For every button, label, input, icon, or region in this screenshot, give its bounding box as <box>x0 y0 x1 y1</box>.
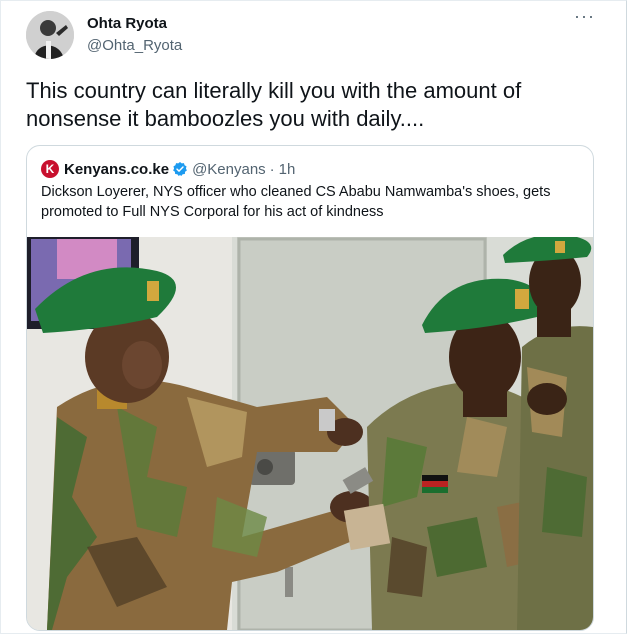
author-avatar[interactable] <box>26 11 74 59</box>
more-dots-icon[interactable]: ··· <box>574 7 594 29</box>
meta-separator: · <box>269 160 275 178</box>
quoted-tweet-text: Dickson Loyerer, NYS officer who cleaned… <box>41 184 551 220</box>
verified-badge-icon <box>173 162 187 176</box>
quoted-tweet-header: K Kenyans.co.ke @Kenyans · 1h <box>41 159 295 179</box>
quoted-tweet[interactable]: K Kenyans.co.ke @Kenyans · 1h Dickson Lo… <box>26 145 594 631</box>
quoted-tweet-photo[interactable] <box>27 237 593 630</box>
quoted-timestamp[interactable]: 1h <box>279 161 296 178</box>
tweet-card[interactable]: Ohta Ryota @Ohta_Ryota ··· This country … <box>0 0 627 634</box>
author-handle[interactable]: @Ohta_Ryota <box>87 37 182 54</box>
quoted-author-handle[interactable]: @Kenyans <box>192 161 266 178</box>
quoted-author-name[interactable]: Kenyans.co.ke <box>64 161 169 178</box>
tweet-text: This country can literally kill you with… <box>26 78 522 131</box>
kenyans-logo-icon[interactable]: K <box>41 160 59 178</box>
author-name[interactable]: Ohta Ryota <box>87 15 167 32</box>
